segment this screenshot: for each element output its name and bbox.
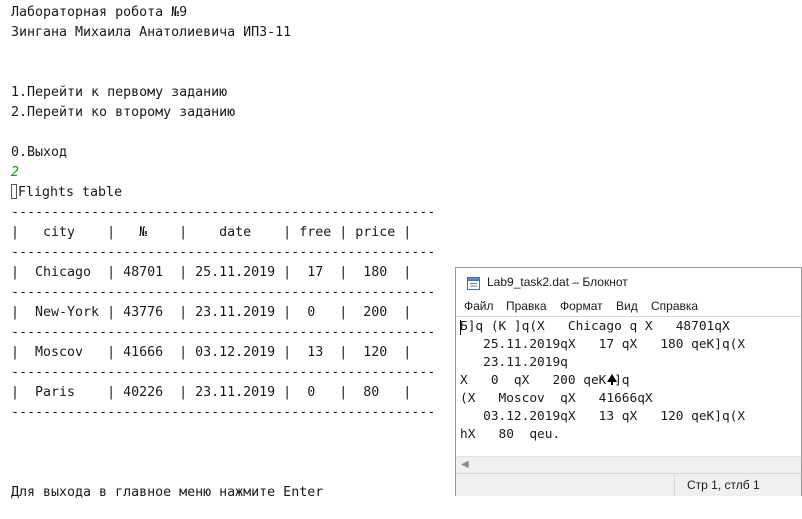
notepad-window[interactable]: Lab9_task2.dat – Блокнот Файл Правка Фор…: [455, 267, 802, 496]
menu-help[interactable]: Справка: [651, 299, 698, 313]
console-table-title: Flights table: [18, 185, 123, 200]
mouse-pointer-icon: [607, 374, 617, 385]
table-divider: ----------------------------------------…: [11, 245, 436, 260]
table-divider: ----------------------------------------…: [11, 285, 436, 300]
notepad-text-line: 25.11.2019qX 17 qX 180 qeK]q(X: [460, 337, 746, 352]
status-separator: [674, 474, 675, 496]
notepad-statusbar: Стр 1, стлб 1: [456, 473, 801, 496]
table-divider: ----------------------------------------…: [11, 405, 436, 420]
console-menu-option-2: 2.Перейти ко второму заданию: [11, 105, 236, 120]
scroll-left-arrow-icon[interactable]: ◀: [461, 459, 469, 470]
notepad-text-area[interactable]: Б]q (K ]q(X Chicago q X 48701qX 25.11.20…: [456, 316, 801, 425]
cursor-position-status: Стр 1, стлб 1: [687, 478, 760, 492]
console-user-input: 2: [11, 165, 20, 180]
notepad-text-line: Б]q (K ]q(X Chicago q X 48701qX: [460, 319, 730, 334]
table-row: | Paris | 40226 | 23.11.2019 | 0 | 80 |: [11, 385, 412, 400]
table-divider: ----------------------------------------…: [11, 325, 436, 340]
console-table-title-line: Flights table: [11, 183, 122, 203]
console-menu-option-1: 1.Перейти к первому заданию: [11, 85, 228, 100]
notepad-text-line: hX 80 qeu.: [460, 427, 561, 442]
table-divider: ----------------------------------------…: [11, 365, 436, 380]
notepad-text-line: 03.12.2019qX 13 qX 120 qeK]q(X: [460, 409, 746, 424]
unknown-char-glyph: [11, 184, 17, 199]
console-menu-option-exit: 0.Выход: [11, 145, 68, 160]
console-line-title: Лабораторная робота №9: [11, 5, 188, 20]
console-exit-prompt: Для выхода в главное меню нажмите Enter: [11, 485, 324, 500]
table-row: | Moscov | 41666 | 03.12.2019 | 13 | 120…: [11, 345, 412, 360]
menu-file[interactable]: Файл: [464, 299, 494, 313]
menu-format[interactable]: Формат: [560, 299, 603, 313]
menu-view[interactable]: Вид: [616, 299, 638, 313]
table-row: | New-York | 43776 | 23.11.2019 | 0 | 20…: [11, 305, 412, 320]
notepad-app-icon: [467, 277, 480, 290]
table-header-row: | city | № | date | free | price |: [11, 225, 412, 240]
notepad-title: Lab9_task2.dat – Блокнот: [487, 275, 628, 289]
menu-edit[interactable]: Правка: [506, 299, 547, 313]
notepad-text-line: X 0 qX 200 qeK ]q: [460, 373, 630, 388]
console-line-author: Зингана Михаила Анатолиевича ИПЗ-11: [11, 25, 292, 40]
table-divider: ----------------------------------------…: [11, 205, 436, 220]
notepad-text-line: 23.11.2019q: [460, 355, 568, 370]
console-window: Лабораторная робота №9 Зингана Михаила А…: [11, 3, 441, 513]
notepad-titlebar[interactable]: Lab9_task2.dat – Блокнот: [456, 268, 801, 297]
notepad-menubar: Файл Правка Формат Вид Справка: [456, 297, 801, 317]
notepad-text-line: (X Moscov qX 41666qX: [460, 391, 653, 406]
table-row: | Chicago | 48701 | 25.11.2019 | 17 | 18…: [11, 265, 412, 280]
horizontal-scrollbar[interactable]: ◀: [456, 456, 801, 474]
